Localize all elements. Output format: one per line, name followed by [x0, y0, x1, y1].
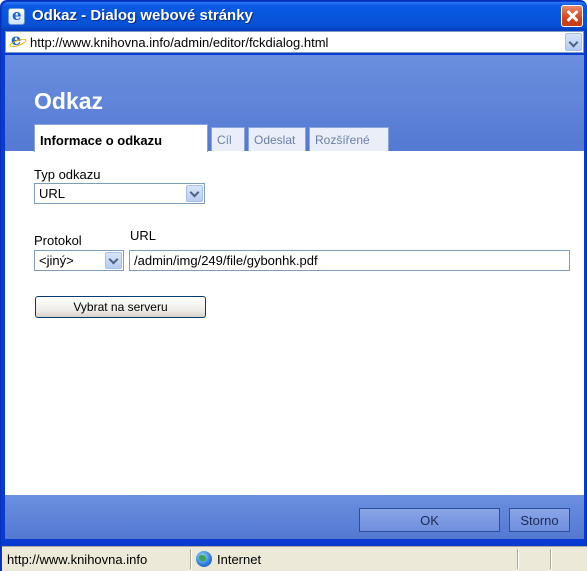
chevron-down-icon[interactable] — [186, 185, 203, 202]
link-type-select[interactable]: URL — [34, 183, 205, 204]
ie-icon — [8, 6, 25, 25]
address-dropdown-button[interactable] — [565, 33, 582, 51]
link-type-value: URL — [39, 186, 66, 201]
dialog-footer: OK Storno — [5, 495, 584, 539]
url-label: URL — [130, 228, 157, 243]
page-icon — [9, 30, 25, 50]
security-zone-label: Internet — [217, 552, 262, 567]
dialog-title: Odkaz — [34, 88, 104, 114]
globe-icon — [196, 551, 212, 567]
browse-server-button[interactable]: Vybrat na serveru — [35, 296, 206, 318]
cancel-button[interactable]: Storno — [509, 508, 570, 532]
close-button[interactable] — [561, 5, 583, 27]
status-url: http://www.knihovna.info — [7, 552, 148, 567]
address-bar[interactable]: http://www.knihovna.info/admin/editor/fc… — [5, 30, 584, 53]
tab-link-info[interactable]: Informace o odkazu — [34, 124, 208, 152]
window-title: Odkaz - Dialog webové stránky — [32, 7, 253, 24]
address-text: http://www.knihovna.info/admin/editor/fc… — [30, 35, 329, 50]
dialog-body: Odkaz Informace o odkazu Cíl Odeslat Roz… — [5, 55, 584, 539]
status-separator — [550, 549, 552, 569]
protocol-value: <jiný> — [39, 253, 74, 268]
tab-upload[interactable]: Odeslat — [248, 127, 306, 151]
title-bar[interactable]: Odkaz - Dialog webové stránky — [2, 2, 587, 30]
url-value: /admin/img/249/file/gybonhk.pdf — [134, 253, 318, 268]
dialog-window: Odkaz - Dialog webové stránky http://www… — [0, 0, 587, 571]
url-input[interactable]: /admin/img/249/file/gybonhk.pdf — [129, 250, 570, 271]
dialog-header: Odkaz Informace o odkazu Cíl Odeslat Roz… — [5, 55, 584, 152]
protocol-select[interactable]: <jiný> — [34, 250, 124, 271]
ok-button[interactable]: OK — [359, 508, 500, 532]
tab-advanced[interactable]: Rozšířené — [309, 127, 389, 151]
tab-target[interactable]: Cíl — [211, 127, 245, 151]
link-type-label: Typ odkazu — [34, 167, 101, 182]
protocol-label: Protokol — [34, 233, 82, 248]
chevron-down-icon[interactable] — [105, 252, 122, 269]
status-bar: http://www.knihovna.info Internet — [2, 546, 587, 571]
status-separator — [517, 549, 519, 569]
status-separator — [190, 549, 192, 569]
